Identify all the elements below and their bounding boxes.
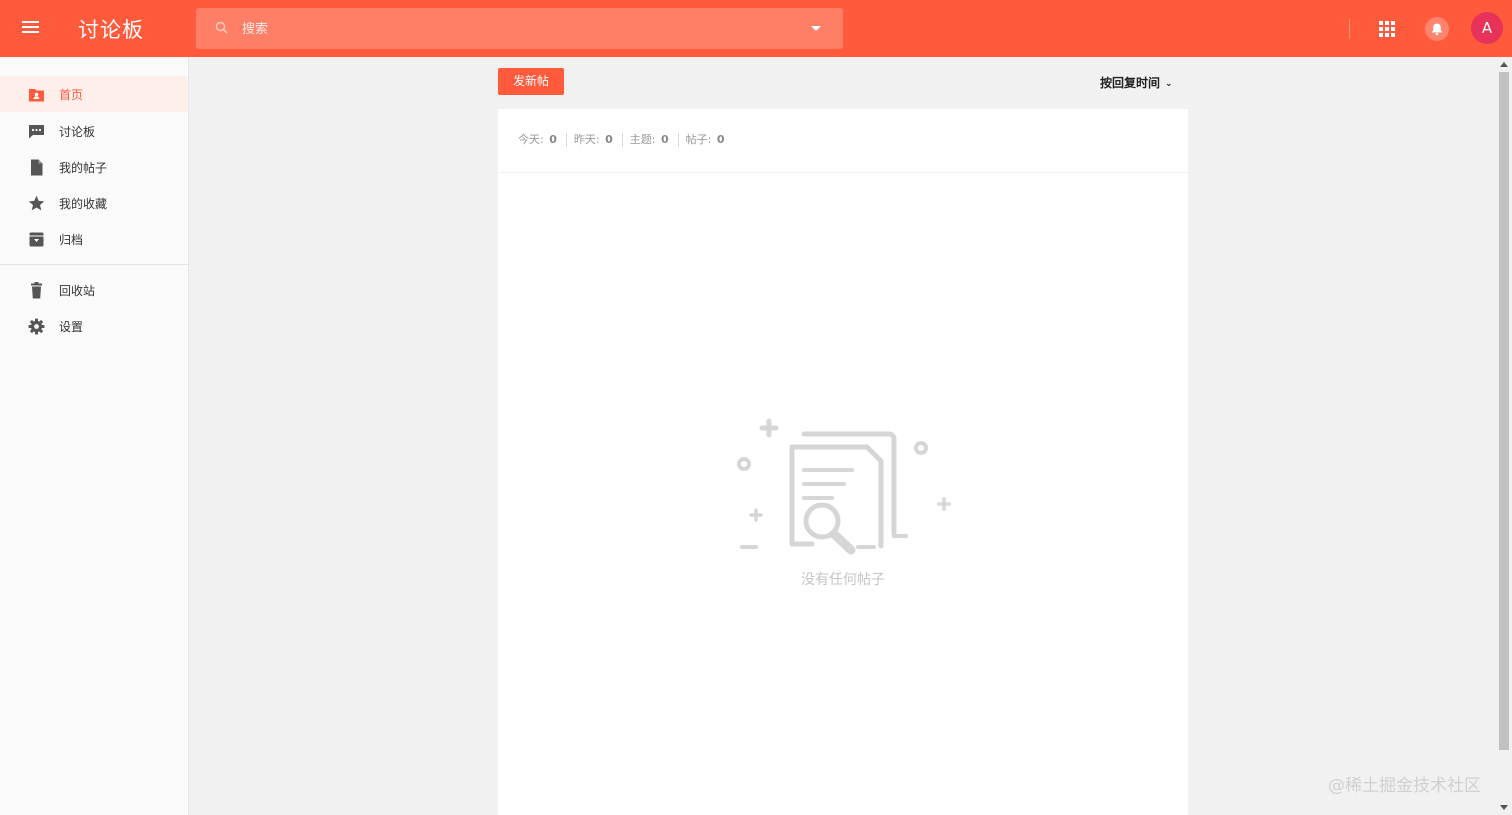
stat-posts: 帖子: 0: [685, 133, 725, 146]
bell-icon: [1432, 23, 1442, 36]
scroll-up-icon[interactable]: [1500, 62, 1508, 67]
sidebar-item-home[interactable]: 首页: [0, 76, 188, 112]
notification-button[interactable]: [1425, 17, 1449, 41]
stats-bar: 今天: 0 昨天: 0 主题: 0 帖子: 0: [518, 133, 741, 149]
scrollbar[interactable]: [1496, 57, 1512, 815]
chat-icon: [29, 125, 44, 139]
sidebar-item-label: 设置: [59, 320, 84, 334]
document-icon: [31, 159, 43, 176]
caret-down-icon[interactable]: [811, 26, 821, 31]
posts-panel: 今天: 0 昨天: 0 主题: 0 帖子: 0 没有任何帖子: [498, 109, 1188, 815]
sidebar-item-label: 回收站: [59, 284, 96, 298]
sidebar-item-settings[interactable]: 设置: [0, 308, 188, 344]
trash-icon: [31, 282, 42, 299]
gear-icon: [28, 318, 45, 335]
sidebar-item-label: 归档: [59, 233, 84, 247]
sidebar-item-archive[interactable]: 归档: [0, 221, 188, 257]
star-icon: [28, 195, 45, 211]
archive-icon: [29, 232, 44, 247]
toolbar-divider: [1349, 19, 1350, 39]
scrollbar-thumb[interactable]: [1499, 72, 1509, 750]
new-post-button[interactable]: 发新帖: [498, 68, 564, 95]
sort-dropdown[interactable]: 按回复时间 ⌄: [1100, 74, 1173, 91]
apps-grid-icon[interactable]: [1379, 21, 1395, 37]
search-bar[interactable]: [196, 8, 843, 49]
sidebar-item-my-posts[interactable]: 我的帖子: [0, 149, 188, 185]
panel-divider: [498, 172, 1188, 173]
sidebar-item-label: 首页: [59, 88, 84, 102]
search-input[interactable]: [242, 18, 782, 40]
chevron-down-icon: ⌄: [1165, 79, 1173, 89]
sidebar-item-label: 讨论板: [59, 125, 96, 139]
sidebar: 首页 讨论板 我的帖子 我的收藏 归档 回收站 设置: [0, 57, 189, 815]
top-app-bar: 讨论板 A: [0, 0, 1512, 57]
sidebar-item-discussion[interactable]: 讨论板: [0, 113, 188, 149]
stat-today: 今天: 0: [518, 133, 567, 147]
stat-topics: 主题: 0: [630, 133, 679, 147]
search-icon: [215, 21, 228, 34]
scroll-down-icon[interactable]: [1500, 805, 1508, 810]
empty-state-message: 没有任何帖子: [801, 572, 885, 588]
menu-icon[interactable]: [22, 18, 44, 40]
sort-label: 按回复时间: [1100, 76, 1161, 90]
sidebar-item-label: 我的收藏: [59, 197, 108, 211]
avatar[interactable]: A: [1471, 12, 1503, 44]
sidebar-item-label: 我的帖子: [59, 161, 108, 175]
home-folder-icon: [29, 89, 44, 102]
app-title: 讨论板: [78, 18, 144, 42]
watermark: @稀土掘金技术社区: [1328, 776, 1481, 796]
stat-yesterday: 昨天: 0: [574, 133, 623, 147]
sidebar-item-favorites[interactable]: 我的收藏: [0, 185, 188, 221]
sidebar-divider: [0, 264, 188, 265]
empty-documents-icon: [737, 418, 951, 555]
sidebar-item-trash[interactable]: 回收站: [0, 272, 188, 308]
